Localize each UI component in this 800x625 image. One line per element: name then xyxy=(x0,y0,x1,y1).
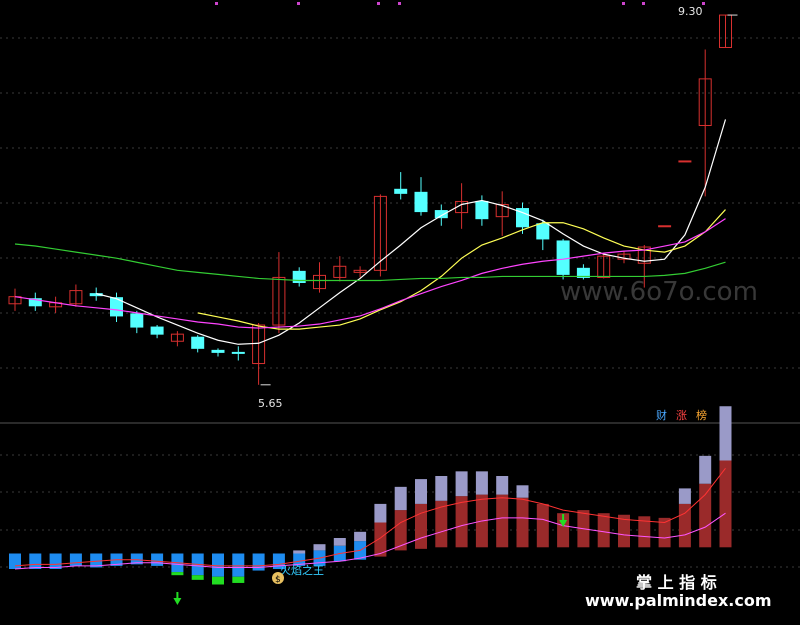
top-marker-dot xyxy=(377,2,380,5)
svg-text:$: $ xyxy=(275,575,281,585)
candle-body xyxy=(536,223,550,240)
indicator-bar xyxy=(678,503,691,548)
candle-body xyxy=(414,191,428,213)
indicator-bar xyxy=(536,503,549,548)
indicator-bar-cap xyxy=(435,476,448,501)
indicator-bar-foot xyxy=(171,572,184,576)
badge-zhang: 涨 xyxy=(676,409,687,422)
indicator-bar xyxy=(699,483,712,548)
indicator-bar-foot xyxy=(212,576,224,585)
bottom-url-watermark: www.palmindex.com xyxy=(585,591,772,610)
stock-chart: 5.65 9.30 财 涨 榜 www.6o7o.com 火焰之王 $ 掌 上 … xyxy=(0,0,800,625)
indicator-bar xyxy=(597,513,610,548)
top-marker-dot xyxy=(297,2,300,5)
indicator-bar-cap xyxy=(719,406,732,461)
candle-body xyxy=(231,351,245,354)
candle-body xyxy=(556,240,570,275)
indicator-bar-cap xyxy=(415,479,427,504)
indicator-bar xyxy=(252,553,265,571)
indicator-bar-cap xyxy=(455,471,468,497)
indicator-bar xyxy=(232,553,245,577)
indicator-bar-foot xyxy=(232,576,245,583)
candle-body xyxy=(394,188,408,194)
top-marker-dot xyxy=(398,2,401,5)
indicator-bar xyxy=(516,497,529,548)
indicator-bar xyxy=(9,553,21,569)
bottom-title-watermark: 掌 上 指 标 xyxy=(636,573,717,592)
badge-bang: 榜 xyxy=(696,408,707,422)
candle-body xyxy=(475,200,489,220)
indicator-bar xyxy=(415,503,427,549)
candle-body xyxy=(678,160,692,163)
indicator-bar-cap xyxy=(475,471,488,495)
top-marker-dot xyxy=(642,2,645,5)
watermark-center: www.6o7o.com xyxy=(560,277,758,307)
candle-body xyxy=(150,326,164,335)
indicator-bar-cap xyxy=(293,550,306,554)
indicator-bar xyxy=(29,553,42,569)
indicator-bar-cap xyxy=(394,486,407,511)
indicator-bar-cap xyxy=(374,503,387,523)
top-marker-dot xyxy=(215,2,218,5)
high-price-label: 9.30 xyxy=(678,5,703,18)
indicator-bar-cap xyxy=(678,488,691,504)
candle-body xyxy=(130,313,144,328)
candle-body xyxy=(658,225,672,228)
indicator-bar-cap xyxy=(699,455,712,484)
candle-body xyxy=(191,336,205,349)
indicator-bar-foot xyxy=(191,575,204,580)
top-marker-dot xyxy=(622,2,625,5)
indicator-bar xyxy=(496,494,509,548)
indicator-bar-cap xyxy=(496,476,509,495)
indicator-bar xyxy=(151,553,164,566)
signal-label: 火焰之王 xyxy=(280,563,324,577)
indicator-bar-cap xyxy=(333,538,346,546)
low-price-label: 5.65 xyxy=(258,397,283,410)
indicator-bar-cap xyxy=(516,485,529,498)
candle-body xyxy=(434,210,448,219)
candle-body xyxy=(211,349,225,353)
indicator-bar xyxy=(69,553,82,566)
indicator-bar-cap xyxy=(313,544,326,551)
indicator-bar-cap xyxy=(354,531,367,542)
badge-cai: 财 xyxy=(656,408,667,422)
